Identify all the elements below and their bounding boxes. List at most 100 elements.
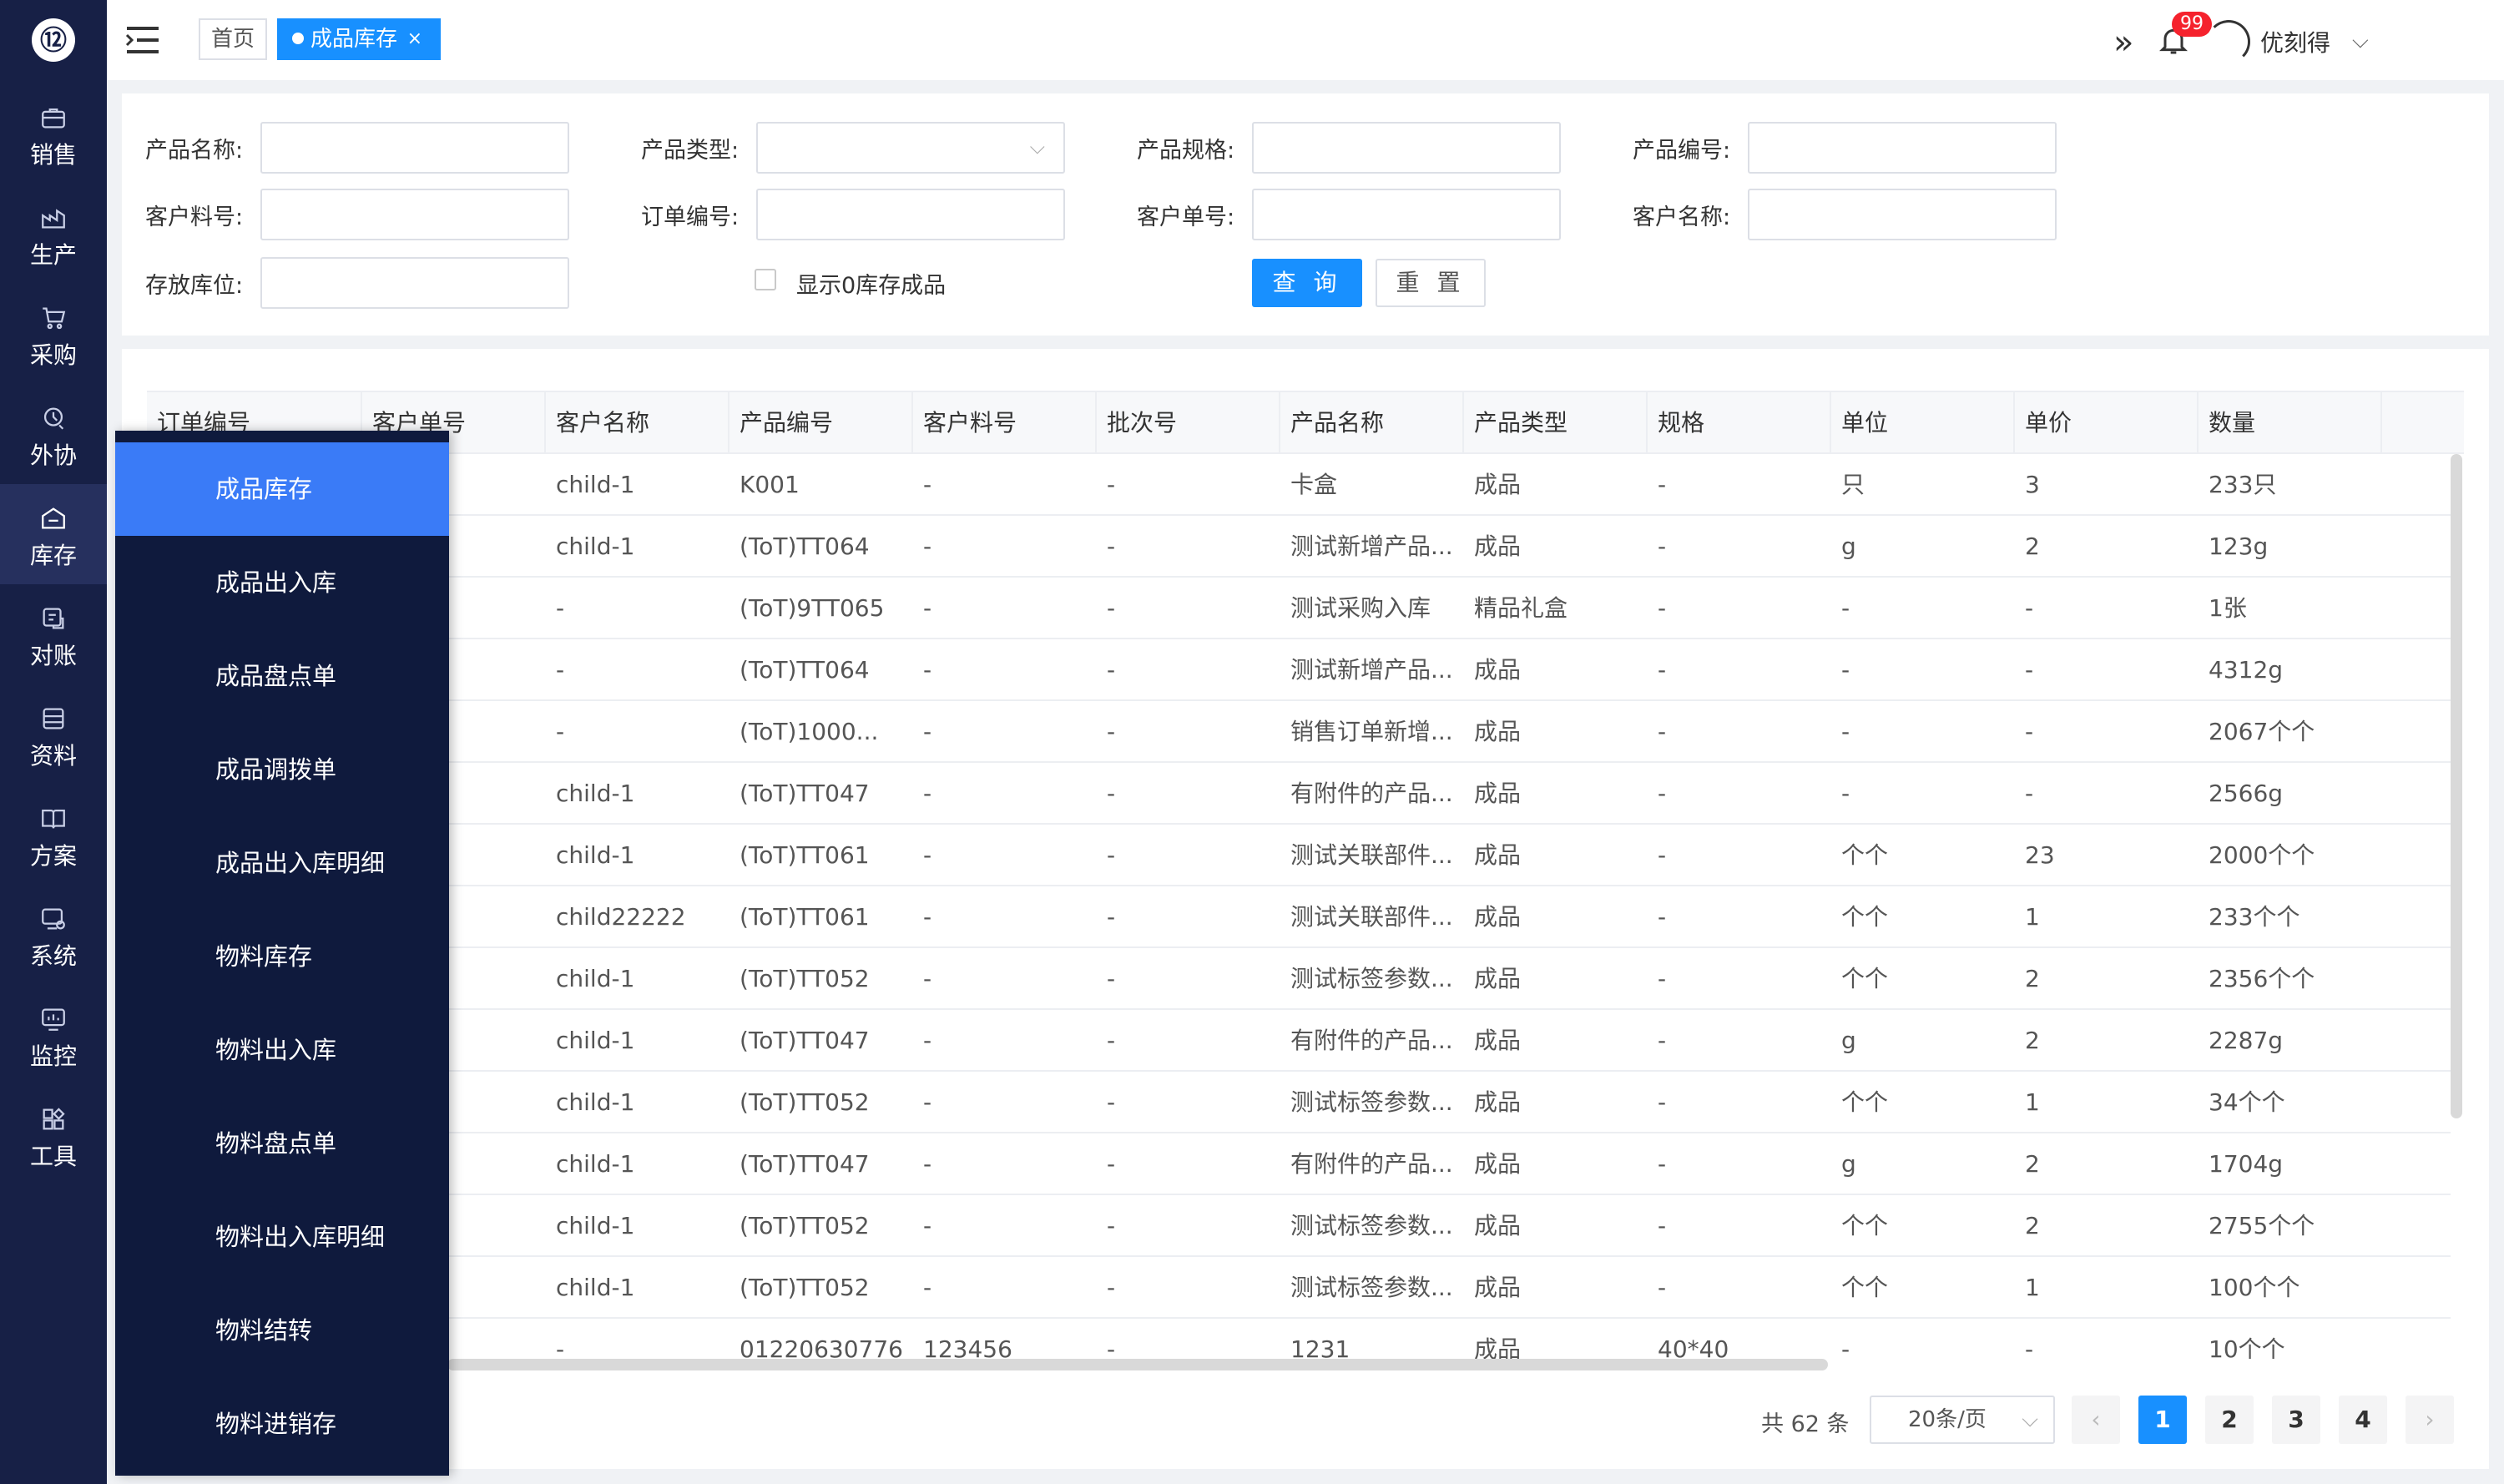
reset-button[interactable]: 重 置	[1376, 259, 1486, 307]
submenu-finished-inout[interactable]: 成品出入库	[115, 536, 449, 629]
table-row[interactable]: child-1 (ToT)TT064 - - 测试新增产品... 成品 - g 2 123g	[147, 516, 2451, 578]
nav-item-outsource[interactable]: 外协	[0, 384, 107, 484]
show-zero-label[interactable]: 显示0库存成品	[796, 267, 946, 300]
col-unit[interactable]: 单位	[1831, 392, 2015, 454]
avatar[interactable]	[2207, 20, 2250, 63]
cell-price: 1	[2025, 903, 2040, 931]
query-button[interactable]: 查 询	[1252, 259, 1362, 307]
show-zero-checkbox[interactable]	[755, 269, 776, 290]
nav-item-inventory[interactable]: 库存	[0, 484, 107, 584]
submenu-material-inventory[interactable]: 物料库存	[115, 910, 449, 1003]
menu-toggle-icon[interactable]	[125, 25, 160, 55]
table-row[interactable]: child-1 (ToT)TT052 - - 测试标签参数... 成品 - 个个 1 100个个	[147, 1257, 2451, 1319]
submenu-material-inout-detail[interactable]: 物料出入库明细	[115, 1190, 449, 1284]
next-page-button[interactable]: ›	[2406, 1396, 2454, 1444]
expand-icon[interactable]: »	[2113, 23, 2133, 62]
table-row[interactable]: child-1 (ToT)TT047 - - 有附件的产品... 成品 - - - 2566g	[147, 763, 2451, 825]
submenu-material-carryover[interactable]: 物料结转	[115, 1284, 449, 1377]
table-row[interactable]: - (ToT)TT064 - - 测试新增产品... 成品 - - - 4312g	[147, 639, 2451, 701]
table-row[interactable]: child-1 (ToT)TT052 - - 测试标签参数... 成品 - 个个 1 34个个	[147, 1072, 2451, 1133]
cell-price: 2	[2025, 1212, 2040, 1239]
table-row[interactable]: child-1 (ToT)TT052 - - 测试标签参数... 成品 - 个个 2 2755个个	[147, 1195, 2451, 1257]
page-2-button[interactable]: 2	[2205, 1396, 2254, 1444]
customer-order-label: 客户单号:	[1137, 204, 1235, 230]
cell-customer-name: child-1	[556, 780, 635, 807]
nav-item-tools[interactable]: 工具	[0, 1085, 107, 1185]
cell-product-code: (ToT)TT047	[740, 1027, 870, 1054]
page-size-label: 20条/页	[1908, 1407, 1987, 1432]
product-type-select[interactable]: ⌵	[756, 122, 1065, 174]
table-row[interactable]: child-1 (ToT)TT047 - - 有附件的产品... 成品 - g 2 2287g	[147, 1010, 2451, 1072]
prev-page-button[interactable]: ‹	[2072, 1396, 2120, 1444]
col-product-name[interactable]: 产品名称	[1280, 392, 1464, 454]
nav-item-plan[interactable]: 方案	[0, 785, 107, 885]
table-row[interactable]: child-1 (ToT)TT052 - - 测试标签参数... 成品 - 个个 2 2356个个	[147, 948, 2451, 1010]
col-customer-name[interactable]: 客户名称	[546, 392, 729, 454]
cell-product-code: (ToT)TT052	[740, 1088, 870, 1116]
page-4-button[interactable]: 4	[2339, 1396, 2387, 1444]
table-row[interactable]: child-1 (ToT)TT061 - - 测试关联部件... 成品 - 个个 23 2000个…	[147, 825, 2451, 886]
table-row[interactable]: - (ToT)1000... - - 销售订单新增... 成品 - - - 2067个个	[147, 701, 2451, 763]
order-no-input[interactable]	[756, 189, 1065, 240]
submenu-finished-inout-detail[interactable]: 成品出入库明细	[115, 816, 449, 910]
cell-unit: 个个	[1841, 1088, 1889, 1116]
customer-order-input[interactable]	[1252, 189, 1561, 240]
table-row[interactable]: child22222 (ToT)TT061 - - 测试关联部件... 成品 - 个个 1 233…	[147, 886, 2451, 948]
app-logo[interactable]: ⑫	[32, 18, 75, 62]
main-sidebar: ⑫ 销售 生产 采购 外协 库存 对账 资料 方案 系统 监控 工具	[0, 0, 107, 1484]
product-name-input[interactable]	[260, 122, 569, 174]
nav-item-system[interactable]: 系统	[0, 885, 107, 985]
submenu-material-ledger[interactable]: 物料进销存	[115, 1377, 449, 1471]
submenu-finished-transfer[interactable]: 成品调拨单	[115, 723, 449, 816]
cell-product-name: 有附件的产品...	[1290, 1150, 1453, 1178]
nav-item-reconcile[interactable]: 对账	[0, 584, 107, 684]
col-product-type[interactable]: 产品类型	[1464, 392, 1648, 454]
page-1-button[interactable]: 1	[2138, 1396, 2187, 1444]
tab-home[interactable]: 首页	[199, 18, 267, 60]
customer-material-input[interactable]	[260, 189, 569, 240]
cell-price: 2	[2025, 1150, 2040, 1178]
nav-item-sales[interactable]: 销售	[0, 83, 107, 184]
nav-item-production[interactable]: 生产	[0, 184, 107, 284]
table-row[interactable]: child-1 K001 - - 卡盒 成品 - 只 3 233只	[147, 454, 2451, 516]
cell-spec: -	[1658, 780, 1667, 807]
page-3-button[interactable]: 3	[2272, 1396, 2320, 1444]
tab-close-icon[interactable]: ×	[407, 18, 422, 60]
submenu-finished-stocktake[interactable]: 成品盘点单	[115, 629, 449, 723]
col-product-code[interactable]: 产品编号	[729, 392, 913, 454]
cell-batch: -	[1107, 1335, 1116, 1359]
col-price[interactable]: 单价	[2015, 392, 2199, 454]
location-input[interactable]	[260, 257, 569, 309]
horizontal-scrollbar[interactable]	[447, 1359, 1828, 1370]
cell-batch: -	[1107, 471, 1116, 498]
col-quantity[interactable]: 数量	[2199, 392, 2382, 454]
col-spec[interactable]: 规格	[1648, 392, 1831, 454]
product-code-input[interactable]	[1748, 122, 2057, 174]
table-row[interactable]: - (ToT)9TT065 - - 测试采购入库 精品礼盒 - - - 1张	[147, 578, 2451, 639]
tab-finished-inventory[interactable]: 成品库存 ×	[277, 18, 441, 60]
col-customer-material[interactable]: 客户料号	[913, 392, 1097, 454]
chevron-down-icon[interactable]: ⌵	[2352, 28, 2369, 54]
product-spec-input[interactable]	[1252, 122, 1561, 174]
table-row[interactable]: - 01220630776 123456 - 1231 成品 40*40 - - 10个个	[147, 1319, 2451, 1359]
cell-spec: -	[1658, 1027, 1667, 1054]
nav-item-monitor[interactable]: 监控	[0, 985, 107, 1085]
cell-customer-material: -	[923, 1088, 932, 1116]
table-row[interactable]: child-1 (ToT)TT047 - - 有附件的产品... 成品 - g 2 1704g	[147, 1133, 2451, 1195]
cell-price: -	[2025, 1335, 2034, 1359]
submenu-material-stocktake[interactable]: 物料盘点单	[115, 1097, 449, 1190]
cell-unit: -	[1841, 1335, 1850, 1359]
submenu-material-inout[interactable]: 物料出入库	[115, 1003, 449, 1097]
col-batch[interactable]: 批次号	[1097, 392, 1280, 454]
cell-product-name: 测试采购入库	[1290, 594, 1431, 622]
nav-item-purchase[interactable]: 采购	[0, 284, 107, 384]
cell-price: -	[2025, 718, 2034, 745]
vertical-scrollbar[interactable]	[2451, 454, 2462, 1118]
customer-name-input[interactable]	[1748, 189, 2057, 240]
cell-spec: -	[1658, 1088, 1667, 1116]
username[interactable]: 优刻得	[2260, 25, 2330, 58]
total-count: 共 62 条	[1761, 1411, 1850, 1437]
nav-item-data[interactable]: 资料	[0, 684, 107, 785]
submenu-finished-inventory[interactable]: 成品库存	[115, 442, 449, 536]
page-size-select[interactable]: 20条/页 ⌵	[1870, 1396, 2055, 1444]
